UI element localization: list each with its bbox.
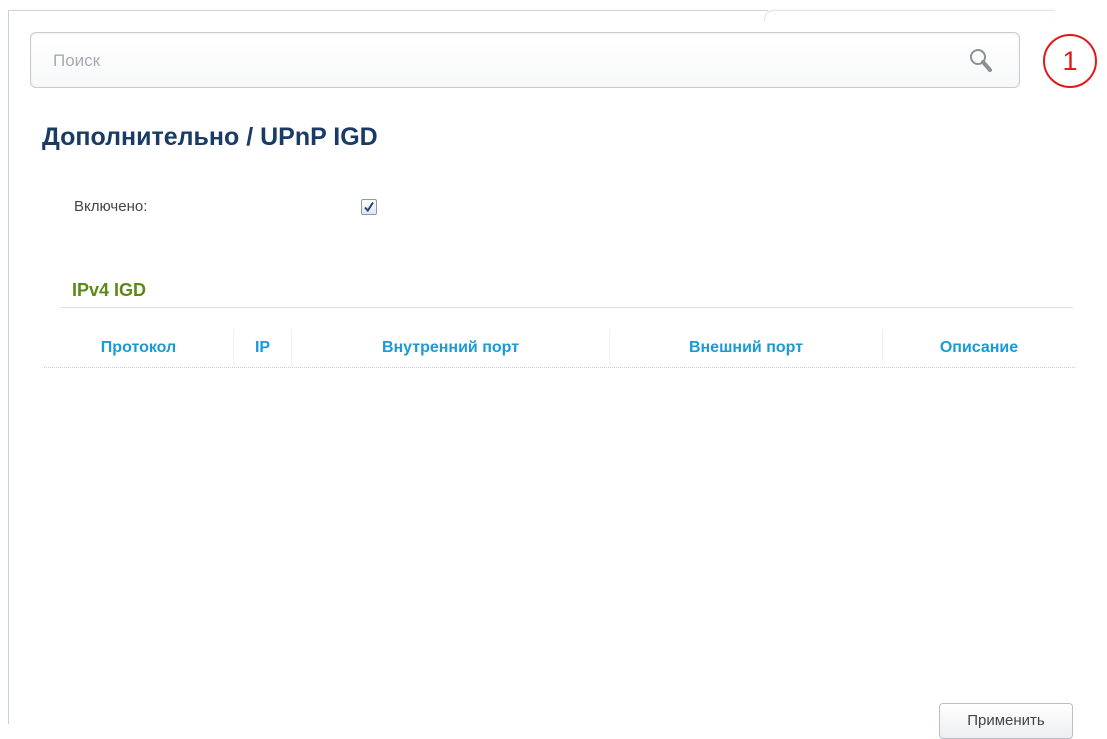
section-divider bbox=[60, 307, 1073, 308]
search-icon[interactable] bbox=[967, 47, 995, 75]
search-input[interactable] bbox=[53, 47, 933, 75]
panel-border bbox=[8, 10, 9, 724]
search-box bbox=[30, 32, 1020, 88]
enabled-checkbox[interactable] bbox=[361, 199, 377, 215]
callout-marker: 1 bbox=[1043, 34, 1097, 88]
column-header-ip[interactable]: IP bbox=[234, 330, 292, 366]
column-header-description[interactable]: Описание bbox=[883, 330, 1075, 366]
panel-border-top bbox=[8, 10, 768, 11]
column-header-protocol[interactable]: Протокол bbox=[44, 330, 234, 366]
main-panel: 1 Дополнительно / UPnP IGD Включено: IPv… bbox=[0, 0, 1107, 739]
enabled-label: Включено: bbox=[74, 198, 148, 215]
page-title: Дополнительно / UPnP IGD bbox=[42, 123, 378, 151]
column-header-internal-port[interactable]: Внутренний порт bbox=[292, 330, 610, 366]
table-header: Протокол IP Внутренний порт Внешний порт… bbox=[44, 330, 1075, 368]
apply-button[interactable]: Применить bbox=[939, 703, 1073, 739]
section-title: IPv4 IGD bbox=[72, 280, 147, 300]
panel-tab-edge bbox=[764, 10, 1055, 21]
column-header-external-port[interactable]: Внешний порт bbox=[610, 330, 883, 366]
